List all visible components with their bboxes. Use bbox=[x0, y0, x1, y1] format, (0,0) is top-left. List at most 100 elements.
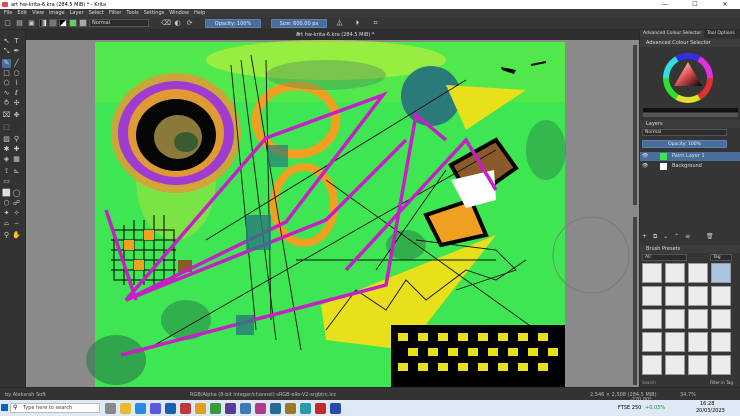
transform-tool-icon[interactable]: ⬚ bbox=[2, 123, 11, 132]
document-tab[interactable]: art hw-krita-6.kra (284.5 MiB) * ✕ bbox=[26, 30, 639, 40]
brush-preset[interactable] bbox=[711, 355, 731, 375]
brush-preset[interactable] bbox=[642, 355, 662, 375]
layers-opacity-slider[interactable]: Opacity: 100% bbox=[642, 140, 727, 148]
layer-row[interactable]: 👁 Paint Layer 1 bbox=[640, 152, 740, 161]
text-tool-icon[interactable]: T bbox=[12, 37, 21, 46]
brush-preset[interactable] bbox=[665, 332, 685, 352]
blend-mode-select[interactable]: Normal bbox=[89, 19, 149, 27]
brush-preset[interactable] bbox=[642, 309, 662, 329]
eraser-icon[interactable]: ⌫ bbox=[161, 19, 171, 28]
app-icon-4[interactable] bbox=[255, 403, 266, 414]
brush-preset[interactable] bbox=[688, 355, 708, 375]
measure-tool-icon[interactable]: ⊾ bbox=[12, 167, 21, 176]
layers-blend-select[interactable]: Normal bbox=[642, 129, 727, 136]
rectangle-tool-icon[interactable]: □ bbox=[2, 69, 11, 78]
visibility-eye-icon[interactable]: 👁 bbox=[642, 162, 648, 171]
add-layer-icon[interactable]: + bbox=[642, 233, 647, 240]
brush-preset[interactable] bbox=[688, 286, 708, 306]
brush-preset[interactable] bbox=[688, 309, 708, 329]
menu-select[interactable]: Select bbox=[89, 10, 104, 16]
menu-settings[interactable]: Settings bbox=[144, 10, 165, 16]
size-slider[interactable]: Size: 600.00 px bbox=[271, 18, 327, 28]
brush-preset[interactable] bbox=[711, 263, 731, 283]
artwork-canvas[interactable] bbox=[26, 30, 639, 387]
clock-time[interactable]: 16:28 bbox=[700, 401, 714, 407]
ellipse-tool-icon[interactable]: ○ bbox=[12, 69, 21, 78]
minimize-button[interactable]: — bbox=[650, 1, 680, 8]
freehand-brush-icon[interactable]: ✎ bbox=[2, 59, 11, 68]
reference-image-icon[interactable]: ▭ bbox=[2, 177, 11, 186]
duplicate-layer-icon[interactable]: ⧉ bbox=[653, 233, 657, 240]
brush-preset-swatch[interactable] bbox=[69, 19, 77, 27]
layer-name[interactable]: Background bbox=[672, 162, 702, 171]
assistant-tool-icon[interactable]: ⟟ bbox=[2, 167, 11, 176]
menu-image[interactable]: Image bbox=[49, 10, 65, 16]
freehand-select-icon[interactable]: ☍ bbox=[12, 199, 21, 208]
menu-window[interactable]: Window bbox=[169, 10, 189, 16]
brush-preset[interactable] bbox=[642, 286, 662, 306]
krita-taskbar-icon[interactable] bbox=[180, 403, 191, 414]
store-icon[interactable] bbox=[150, 403, 161, 414]
gradient-swatch[interactable] bbox=[39, 19, 47, 27]
enclose-fill-icon[interactable]: ▦ bbox=[12, 155, 21, 164]
brush-tag-select[interactable]: Tag bbox=[710, 254, 732, 261]
pan-tool-icon[interactable]: ✋ bbox=[12, 231, 21, 240]
brush-preset[interactable] bbox=[665, 263, 685, 283]
brush-preset[interactable] bbox=[665, 286, 685, 306]
wrap-around-icon[interactable]: ⌗ bbox=[371, 19, 380, 28]
contiguous-select-icon[interactable]: ✦ bbox=[2, 209, 11, 218]
delete-layer-icon[interactable]: 🗑 bbox=[706, 233, 714, 240]
reload-preset-icon[interactable]: ⟳ bbox=[185, 19, 194, 28]
visibility-eye-icon[interactable]: 👁 bbox=[642, 152, 648, 161]
foreground-background-colors[interactable] bbox=[59, 19, 67, 27]
brush-search-input[interactable]: Search bbox=[642, 380, 697, 386]
tab-tool-options[interactable]: Tool Options bbox=[704, 30, 738, 38]
clock-date[interactable]: 20/03/2023 bbox=[696, 408, 725, 414]
color-picker-icon[interactable]: ⚲ bbox=[12, 135, 21, 144]
menu-edit[interactable]: Edit bbox=[17, 10, 27, 16]
new-document-icon[interactable]: ▢ bbox=[3, 19, 12, 28]
app-icon-3[interactable] bbox=[240, 403, 251, 414]
brush-preset[interactable] bbox=[665, 309, 685, 329]
close-document-button[interactable]: ✕ bbox=[296, 31, 631, 37]
menu-view[interactable]: View bbox=[32, 10, 44, 16]
fill-tool-icon[interactable]: ◈ bbox=[2, 155, 11, 164]
brush-preset[interactable] bbox=[665, 355, 685, 375]
rect-select-icon[interactable]: ⬜ bbox=[2, 189, 11, 198]
zoom-level[interactable]: 34.7% bbox=[680, 392, 696, 398]
tab-advanced-colour-selector[interactable]: Advanced Colour Selector bbox=[640, 30, 705, 38]
polygon-tool-icon[interactable]: ⬠ bbox=[2, 79, 11, 88]
mail-icon[interactable] bbox=[165, 403, 176, 414]
menu-tools[interactable]: Tools bbox=[126, 10, 138, 16]
brush-preset[interactable] bbox=[711, 309, 731, 329]
brush-preset[interactable] bbox=[711, 286, 731, 306]
colour-wheel[interactable] bbox=[640, 48, 740, 118]
ellipse-select-icon[interactable]: ◯ bbox=[12, 189, 21, 198]
app-icon-6[interactable] bbox=[285, 403, 296, 414]
dynamic-brush-icon[interactable]: ⥁ bbox=[2, 99, 11, 108]
brush-preset[interactable] bbox=[688, 332, 708, 352]
preserve-alpha-icon[interactable]: ◐ bbox=[173, 19, 182, 28]
layer-menu-icon[interactable]: ≡ bbox=[685, 233, 690, 240]
polyline-tool-icon[interactable]: ⌇ bbox=[12, 79, 21, 88]
bezier-select-icon[interactable]: ⌓ bbox=[2, 219, 11, 228]
start-icon[interactable] bbox=[1, 404, 8, 411]
multibrush-icon[interactable]: ✣ bbox=[12, 99, 21, 108]
line-tool-icon[interactable]: ╱ bbox=[12, 59, 21, 68]
smart-patch-icon[interactable]: ✚ bbox=[12, 145, 21, 154]
open-document-icon[interactable]: ▤ bbox=[15, 19, 24, 28]
calligraphy-icon[interactable]: ✒ bbox=[12, 47, 21, 56]
mirror-horizontal-icon[interactable]: ⏅ bbox=[335, 19, 344, 28]
task-view-icon[interactable] bbox=[105, 403, 116, 414]
brush-preset[interactable] bbox=[688, 263, 708, 283]
app-icon-2[interactable] bbox=[225, 403, 236, 414]
mirror-vertical-icon[interactable]: ⏵ bbox=[353, 19, 362, 28]
gradient-tool-icon[interactable]: ▨ bbox=[2, 135, 11, 144]
close-window-button[interactable]: ✕ bbox=[710, 1, 740, 8]
layer-name[interactable]: Paint Layer 1 bbox=[672, 152, 705, 161]
maximize-button[interactable]: ☐ bbox=[680, 1, 710, 8]
move-tool-icon[interactable]: ✥ bbox=[12, 111, 21, 120]
move-down-icon[interactable]: ⌄ bbox=[663, 233, 668, 240]
zoom-tool-icon[interactable]: ⚲ bbox=[2, 231, 11, 240]
menu-help[interactable]: Help bbox=[194, 10, 205, 16]
